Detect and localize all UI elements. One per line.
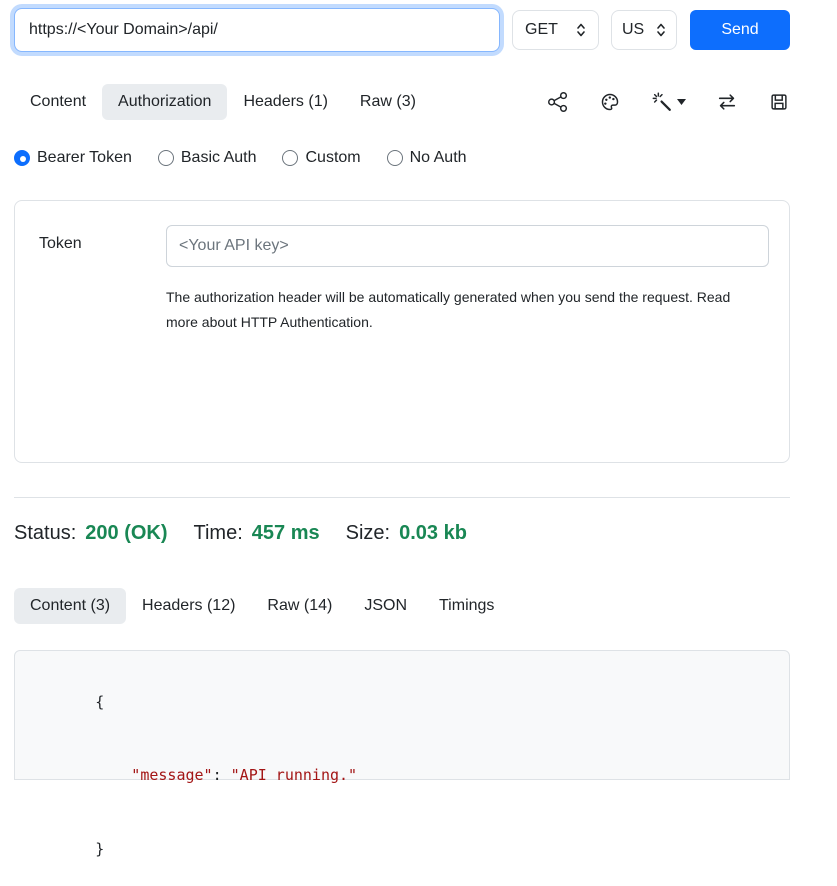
select-updown-icon (656, 22, 666, 38)
auth-option-bearer-token[interactable]: Bearer Token (14, 149, 132, 167)
tab-authorization[interactable]: Authorization (102, 84, 227, 120)
auth-option-basic-auth[interactable]: Basic Auth (158, 149, 257, 167)
select-updown-icon (576, 22, 586, 38)
palette-icon (599, 91, 621, 113)
tab-raw[interactable]: Raw (3) (344, 84, 432, 120)
magic-wand-icon (651, 91, 673, 113)
response-tab-json[interactable]: JSON (348, 588, 423, 624)
auth-type-options: Bearer Token Basic Auth Custom No Auth (14, 148, 790, 168)
token-input[interactable] (166, 225, 769, 267)
brace: } (95, 840, 104, 858)
response-status-bar: Status: 200 (OK) Time: 457 ms Size: 0.03… (14, 522, 790, 548)
theme-button[interactable] (599, 91, 621, 113)
request-toolbar (547, 91, 790, 113)
response-tab-content[interactable]: Content (3) (14, 588, 126, 624)
region-select[interactable]: US (611, 10, 677, 50)
auth-option-label: No Auth (410, 149, 467, 167)
save-icon (768, 91, 790, 113)
size-label: Size: (346, 522, 390, 545)
radio-icon (14, 150, 30, 166)
save-button[interactable] (768, 91, 790, 113)
radio-icon (158, 150, 174, 166)
json-value: "API running." (231, 766, 357, 784)
response-tab-timings[interactable]: Timings (423, 588, 510, 624)
response-tab-raw[interactable]: Raw (14) (251, 588, 348, 624)
auth-option-no-auth[interactable]: No Auth (387, 149, 467, 167)
radio-icon (282, 150, 298, 166)
auth-option-label: Bearer Token (37, 149, 132, 167)
time-value: 457 ms (252, 522, 320, 545)
token-help-text: The authorization header will be automat… (166, 285, 766, 335)
size-group: Size: 0.03 kb (346, 522, 467, 545)
status-group: Status: 200 (OK) (14, 522, 168, 545)
request-bar: GET US Send (14, 8, 790, 52)
response-body: { "message": "API running." } (14, 650, 790, 780)
tab-content[interactable]: Content (14, 84, 102, 120)
code-line: } (41, 812, 763, 886)
status-value: 200 (OK) (85, 522, 167, 545)
share-button[interactable] (547, 91, 569, 113)
json-colon: : (213, 766, 231, 784)
time-group: Time: 457 ms (194, 522, 320, 545)
method-select[interactable]: GET (512, 10, 599, 50)
auth-option-label: Basic Auth (181, 149, 257, 167)
response-tab-headers[interactable]: Headers (12) (126, 588, 251, 624)
exchange-icon (716, 91, 738, 113)
status-label: Status: (14, 522, 76, 545)
tab-headers[interactable]: Headers (1) (227, 84, 343, 120)
radio-icon (387, 150, 403, 166)
exchange-button[interactable] (716, 91, 738, 113)
caret-down-icon (677, 99, 686, 105)
auth-option-custom[interactable]: Custom (282, 149, 360, 167)
request-tabs-row: Content Authorization Headers (1) Raw (3… (14, 84, 790, 120)
token-panel-main: The authorization header will be automat… (166, 225, 769, 438)
response-tabs: Content (3) Headers (12) Raw (14) JSON T… (14, 588, 790, 624)
magic-menu-button[interactable] (651, 91, 686, 113)
token-panel: Token The authorization header will be a… (14, 200, 790, 463)
send-button[interactable]: Send (690, 10, 790, 50)
section-divider (14, 497, 790, 498)
size-value: 0.03 kb (399, 522, 467, 545)
token-label: Token (39, 225, 166, 438)
api-tester-page: GET US Send Content Authorization (0, 0, 837, 780)
time-label: Time: (194, 522, 243, 545)
json-key: "message" (131, 766, 212, 784)
share-icon (547, 91, 569, 113)
method-select-value: GET (525, 21, 558, 39)
code-line: { (41, 665, 763, 739)
url-input[interactable] (14, 8, 500, 52)
region-select-value: US (622, 21, 644, 39)
request-tabs: Content Authorization Headers (1) Raw (3… (14, 84, 432, 120)
auth-option-label: Custom (305, 149, 360, 167)
brace: { (95, 693, 104, 711)
